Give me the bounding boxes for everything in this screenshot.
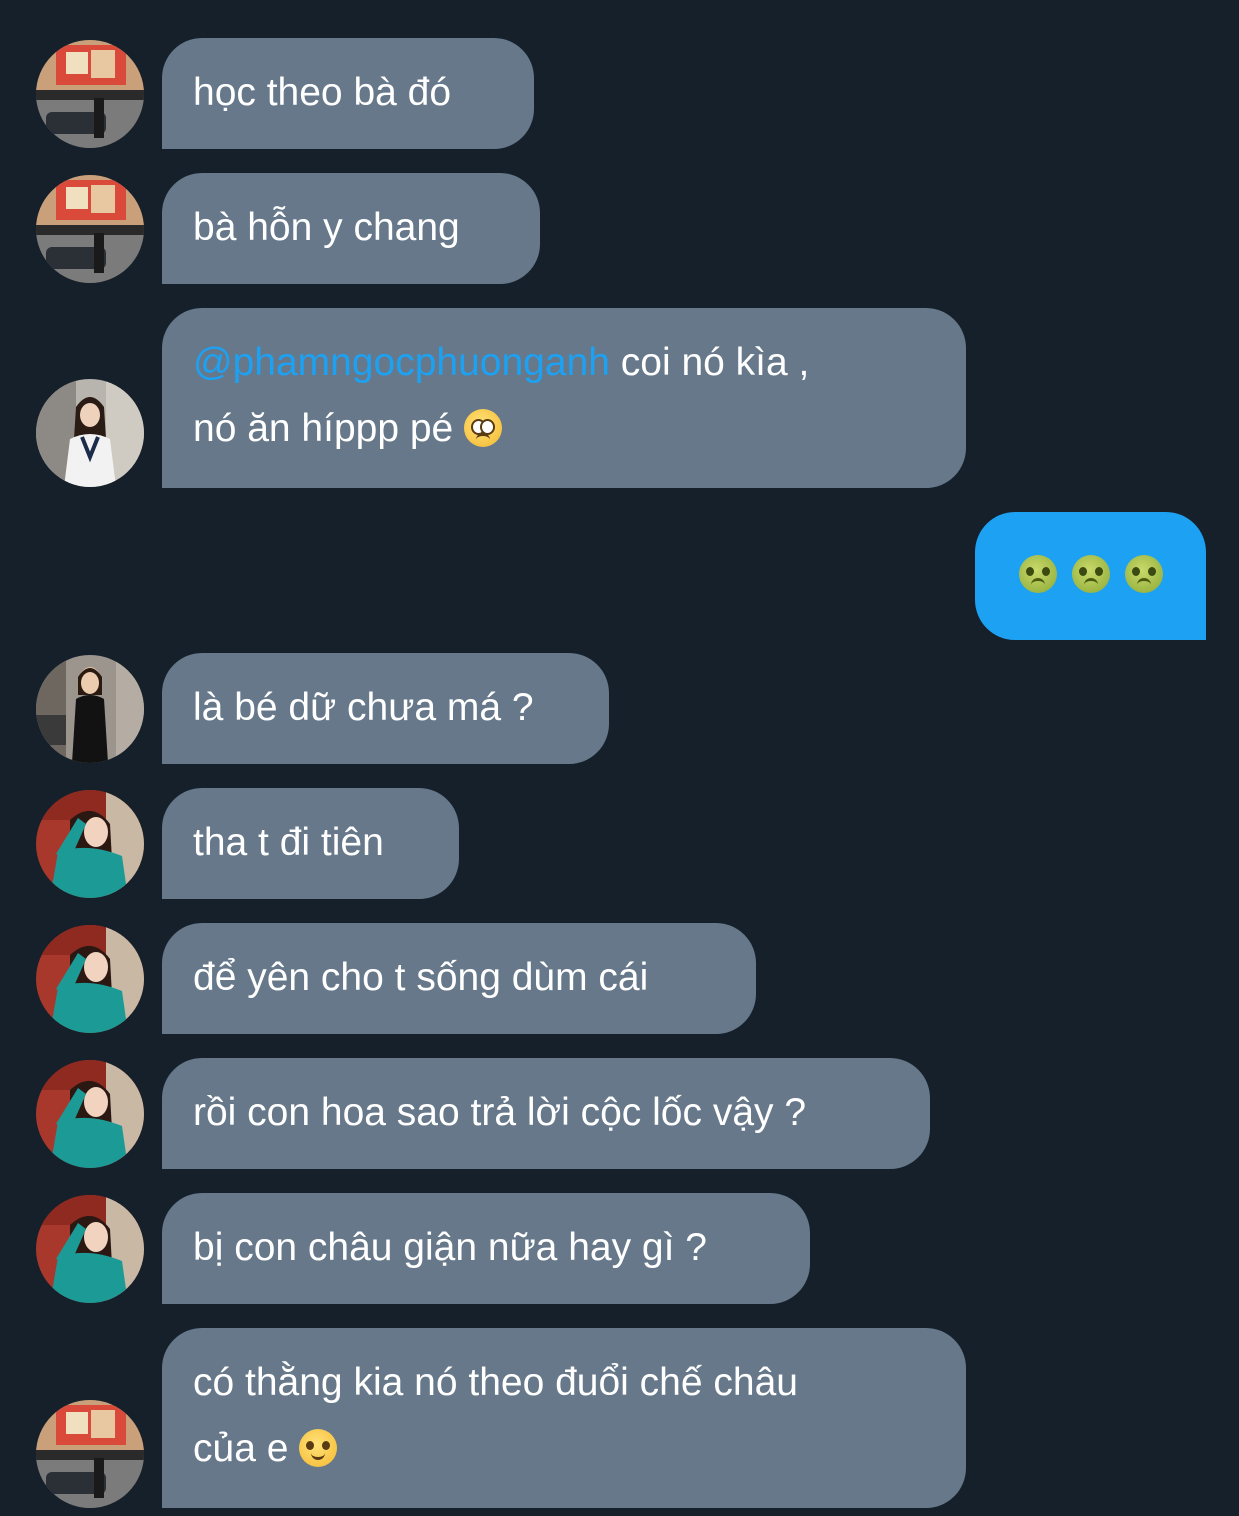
message-line: có thằng kia nó theo đuổi chế châu (193, 1350, 935, 1416)
pleading-face-icon (464, 409, 503, 447)
message-bubble[interactable]: @phamngocphuonganh coi nó kìa , nó ăn hí… (162, 308, 966, 488)
nauseated-face-icon (1018, 555, 1057, 593)
message-bubble[interactable]: bị con châu giận nữa hay gì ? (162, 1193, 810, 1304)
message-row: rồi con hoa sao trả lời cộc lốc vậy ? (0, 1058, 1239, 1169)
avatar[interactable] (36, 655, 144, 763)
message-text: của e (193, 1427, 289, 1470)
message-row: bà hỗn y chang (0, 173, 1239, 284)
message-line: nó ăn híppp pé (193, 396, 935, 462)
avatar[interactable] (36, 40, 144, 148)
message-text: coi nó kìa , (609, 341, 810, 384)
message-row: là bé dữ chưa má ? (0, 653, 1239, 764)
message-text: là bé dữ chưa má ? (193, 686, 534, 729)
message-row: học theo bà đó (0, 38, 1239, 149)
message-text: bà hỗn y chang (193, 206, 460, 249)
avatar-street-photo-icon (36, 175, 144, 283)
message-text: bị con châu giận nữa hay gì ? (193, 1226, 707, 1269)
message-text: tha t đi tiên (193, 821, 384, 864)
avatar[interactable] (36, 925, 144, 1033)
message-bubble[interactable]: là bé dữ chưa má ? (162, 653, 609, 764)
message-line: của e (193, 1416, 935, 1482)
avatar-girl-teal-dress-icon (36, 1060, 144, 1168)
avatar[interactable] (36, 379, 144, 487)
slightly-smiling-face-icon (299, 1429, 338, 1467)
message-bubble[interactable]: có thằng kia nó theo đuổi chế châu của e (162, 1328, 966, 1508)
message-bubble[interactable]: tha t đi tiên (162, 788, 459, 899)
message-text: để yên cho t sống dùm cái (193, 956, 649, 999)
avatar-street-photo-icon (36, 40, 144, 148)
avatar[interactable] (36, 175, 144, 283)
avatar[interactable] (36, 1195, 144, 1303)
message-text: học theo bà đó (193, 71, 452, 114)
avatar-girl-teal-dress-icon (36, 1195, 144, 1303)
avatar[interactable] (36, 1060, 144, 1168)
message-bubble-outgoing[interactable] (975, 512, 1206, 640)
message-bubble[interactable]: bà hỗn y chang (162, 173, 540, 284)
message-row: có thằng kia nó theo đuổi chế châu của e (0, 1328, 1239, 1508)
avatar-street-photo-icon (36, 1400, 144, 1508)
mention-link[interactable]: @phamngocphuonganh (193, 341, 610, 384)
message-bubble[interactable]: rồi con hoa sao trả lời cộc lốc vậy ? (162, 1058, 930, 1169)
message-text: có thằng kia nó theo đuổi chế châu (193, 1361, 798, 1404)
avatar-girl-black-outfit-icon (36, 655, 144, 763)
message-row: để yên cho t sống dùm cái (0, 923, 1239, 1034)
message-row: tha t đi tiên (0, 788, 1239, 899)
avatar[interactable] (36, 790, 144, 898)
message-text: nó ăn híppp pé (193, 407, 454, 450)
message-bubble[interactable]: học theo bà đó (162, 38, 534, 149)
message-row: @phamngocphuonganh coi nó kìa , nó ăn hí… (0, 308, 1239, 488)
avatar-girl-sweater-icon (36, 379, 144, 487)
avatar[interactable] (36, 1400, 144, 1508)
message-row: bị con châu giận nữa hay gì ? (0, 1193, 1239, 1304)
avatar-girl-teal-dress-icon (36, 790, 144, 898)
message-line: @phamngocphuonganh coi nó kìa , (193, 330, 935, 396)
nauseated-face-icon (1071, 555, 1110, 593)
nauseated-face-icon (1124, 555, 1163, 593)
message-text: rồi con hoa sao trả lời cộc lốc vậy ? (193, 1091, 807, 1134)
avatar-girl-teal-dress-icon (36, 925, 144, 1033)
message-bubble[interactable]: để yên cho t sống dùm cái (162, 923, 756, 1034)
message-row (0, 512, 1239, 640)
